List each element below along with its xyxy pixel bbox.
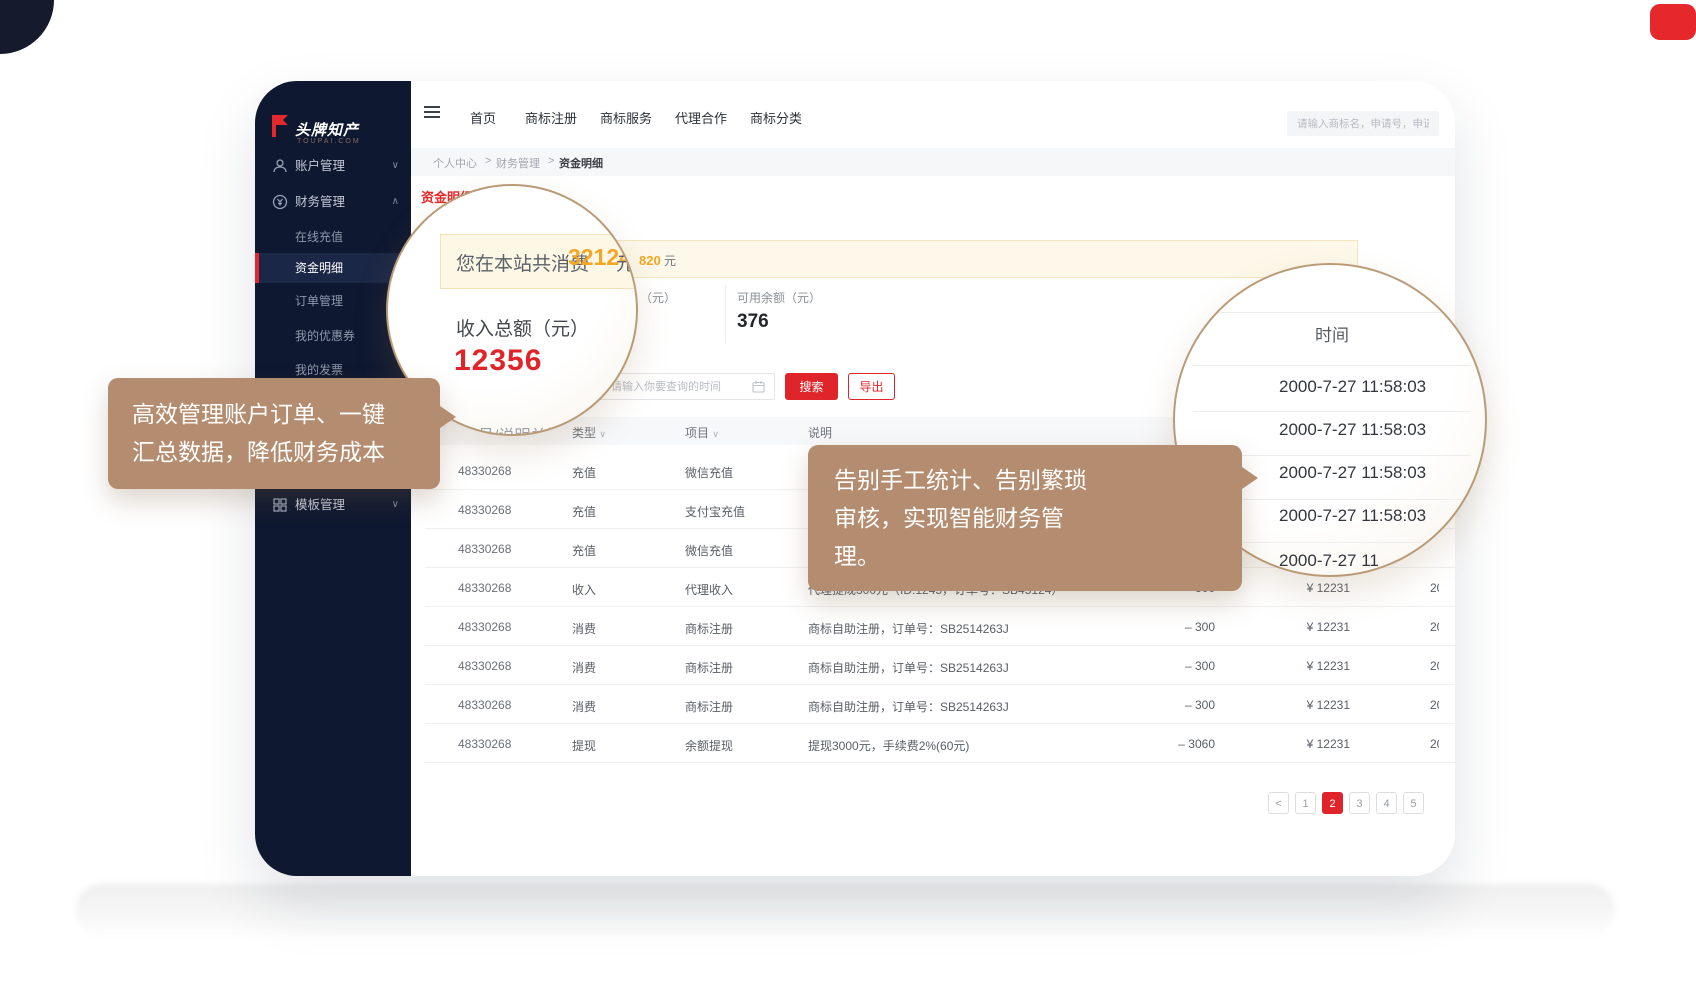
col-type-header[interactable]: 类型 ∨	[572, 424, 606, 441]
breadcrumb-current: 资金明细	[559, 155, 603, 171]
decor-corner-dark	[0, 0, 54, 54]
table-row: 48330268消费商标注册商标自助注册，订单号：SB2514263J– 300…	[425, 646, 1455, 685]
callout-line: 告别手工统计、告别繁琐	[834, 461, 1242, 499]
callout-left: 高效管理账户订单、一键 汇总数据，降低财务成本	[108, 378, 440, 489]
export-button[interactable]: 导出	[848, 373, 895, 400]
table-row: 48330268消费商标注册商标自助注册，订单号：SB2514263J– 300…	[425, 607, 1455, 646]
pagination-page-5[interactable]: 5	[1403, 792, 1424, 814]
callout-line: 汇总数据，降低财务成本	[132, 433, 440, 471]
table-row: 48330268提现余额提现提现3000元，手续费2%(60元)– 3060¥ …	[425, 724, 1455, 763]
sidebar-item-label: 财务管理	[295, 187, 345, 217]
sidebar-item-template[interactable]: 模板管理 ∨	[255, 490, 411, 520]
nav-trademark-register[interactable]: 商标注册	[525, 108, 577, 127]
lens-separator	[1193, 411, 1471, 412]
stat-divider	[725, 285, 726, 343]
trademark-search-input[interactable]	[1287, 111, 1439, 136]
nav-agency[interactable]: 代理合作	[675, 108, 727, 127]
sidebar-subitem-funds-detail[interactable]: 资金明细	[255, 253, 411, 283]
lens-income-value: 12356	[454, 344, 542, 378]
lens-time-value: 2000-7-27 11:58:03	[1279, 506, 1426, 526]
lens-time-value: 2000-7-27 11:58:03	[1279, 420, 1426, 440]
sidebar-item-label: 账户管理	[295, 151, 345, 181]
template-icon	[272, 497, 288, 513]
user-icon	[272, 158, 288, 174]
sidebar-item-label: 模板管理	[295, 490, 345, 520]
pagination-page-1[interactable]: 1	[1295, 792, 1316, 814]
col-project-header[interactable]: 项目 ∨	[685, 424, 719, 441]
lens-time-partial: 2000-7-27 11	[1279, 551, 1379, 571]
chevron-down-icon: ∨	[392, 151, 399, 181]
breadcrumb-separator: >	[548, 155, 554, 167]
menu-icon[interactable]	[424, 106, 440, 118]
breadcrumb-separator: >	[485, 155, 491, 167]
lens-separator	[1193, 312, 1471, 313]
laptop-base	[75, 884, 1615, 936]
pagination-page-3[interactable]: 3	[1349, 792, 1370, 814]
nav-trademark-service[interactable]: 商标服务	[600, 108, 652, 127]
brand-logo-text: 头牌知产	[295, 119, 359, 140]
pagination-page-2[interactable]: 2	[1322, 792, 1343, 814]
table-row: 48330268消费商标注册商标自助注册，订单号：SB2514263J– 300…	[425, 685, 1455, 724]
available-balance-value: 376	[737, 311, 769, 333]
lens-income-label: 收入总额（元）	[456, 314, 589, 341]
lens-separator	[1193, 365, 1471, 366]
available-balance-label: 可用余额（元）	[737, 289, 821, 306]
finance-icon	[272, 194, 288, 210]
chevron-up-icon: ∧	[392, 187, 399, 217]
brand-logo-icon	[270, 114, 292, 138]
callout-line: 审核，实现智能财务管	[834, 499, 1242, 537]
lens-order-header-fragment: 订单号/说明关键	[446, 422, 562, 436]
calendar-icon[interactable]	[752, 380, 765, 393]
pagination-prev[interactable]: <	[1268, 792, 1289, 814]
decor-corner-red	[1650, 4, 1696, 40]
nav-home[interactable]: 首页	[470, 108, 496, 127]
sidebar-item-finance[interactable]: 财务管理 ∧	[255, 187, 411, 217]
callout-right: 告别手工统计、告别繁琐 审核，实现智能财务管 理。	[808, 445, 1242, 591]
lens-time-value: 2000-7-27 11:58:03	[1279, 377, 1426, 397]
callout-line: 高效管理账户订单、一键	[132, 395, 440, 433]
sort-caret-icon: ∨	[712, 429, 719, 439]
search-button[interactable]: 搜索	[785, 373, 838, 400]
sidebar-subitem-recharge[interactable]: 在线充值	[255, 222, 411, 252]
chevron-down-icon: ∨	[392, 490, 399, 520]
sort-caret-icon: ∨	[599, 429, 606, 439]
col-desc-header: 说明	[808, 424, 832, 441]
callout-line: 理。	[834, 537, 1242, 575]
lens-time-header: 时间	[1315, 321, 1349, 346]
banner-amount-fragment: 820 元	[639, 252, 676, 269]
lens-time-value: 2000-7-27 11:58:03	[1279, 463, 1426, 483]
pagination-page-4[interactable]: 4	[1376, 792, 1397, 814]
breadcrumb-item[interactable]: 财务管理	[496, 155, 540, 171]
nav-trademark-category[interactable]: 商标分类	[750, 108, 802, 127]
date-query-input[interactable]	[598, 373, 775, 400]
mockup-stage: 头牌知产 TOUPAI.COM 账户管理 ∨ 财务管理 ∧ 在线充值 资	[0, 0, 1696, 1002]
breadcrumb-item[interactable]: 个人中心	[433, 155, 477, 171]
lens-banner-unit: 元	[616, 249, 635, 276]
stat-col2-fragment: （元）	[640, 289, 676, 306]
brand-logo-tagline: TOUPAI.COM	[297, 138, 361, 145]
sidebar-item-account[interactable]: 账户管理 ∨	[255, 151, 411, 181]
